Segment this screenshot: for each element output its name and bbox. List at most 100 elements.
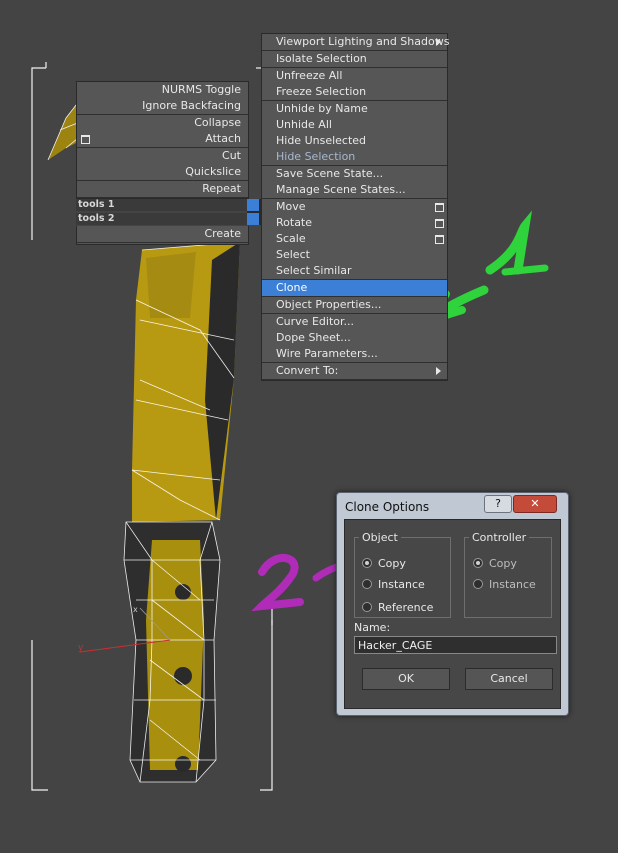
menu-item-wire-parameters[interactable]: Wire Parameters... bbox=[262, 346, 447, 362]
menu-item-label: Unhide by Name bbox=[276, 102, 368, 115]
menu-item-label: Curve Editor... bbox=[276, 315, 354, 328]
radio-label: Copy bbox=[378, 557, 406, 570]
menu-item-scale[interactable]: Scale bbox=[262, 231, 447, 247]
radio-label: Copy bbox=[489, 557, 517, 570]
clone-options-dialog: Clone Options ? ✕ Object Copy Instance R… bbox=[336, 492, 569, 716]
menu-item-label: Hide Unselected bbox=[276, 134, 367, 147]
quad-menu-left: NURMS Toggle Ignore Backfacing Collapse Att… bbox=[76, 81, 249, 199]
object-instance-radio[interactable]: Instance bbox=[362, 577, 425, 593]
menu-item-move[interactable]: Move bbox=[262, 199, 447, 215]
quad-right-group: Object Properties... bbox=[262, 297, 447, 314]
menu-item-label: NURMS Toggle bbox=[161, 83, 241, 96]
menu-item-attach[interactable]: Attach bbox=[77, 131, 248, 147]
quad-right-group: Curve Editor... Dope Sheet... Wire Paramet… bbox=[262, 314, 447, 363]
menu-item-rotate[interactable]: Rotate bbox=[262, 215, 447, 231]
menu-item-object-properties[interactable]: Object Properties... bbox=[262, 297, 447, 313]
menu-item-save-scene-state[interactable]: Save Scene State... bbox=[262, 166, 447, 182]
object-copy-radio[interactable]: Copy bbox=[362, 556, 406, 572]
axis-y-label: y bbox=[78, 643, 84, 653]
menu-item-label: Unhide All bbox=[276, 118, 332, 131]
settings-box-icon[interactable] bbox=[435, 235, 444, 244]
menu-item-clone[interactable]: Clone bbox=[262, 280, 447, 296]
quad-right-group: Save Scene State... Manage Scene States..… bbox=[262, 166, 447, 199]
menu-item-label: Wire Parameters... bbox=[276, 347, 378, 360]
radio-indicator bbox=[362, 579, 372, 589]
help-button[interactable]: ? bbox=[484, 495, 512, 513]
menu-item-select-similar[interactable]: Select Similar bbox=[262, 263, 447, 279]
submenu-arrow-icon bbox=[436, 367, 441, 375]
menu-item-label: Freeze Selection bbox=[276, 85, 367, 98]
radio-label: Reference bbox=[378, 601, 434, 614]
menu-item-label: Select Similar bbox=[276, 264, 352, 277]
menu-item-nurms-toggle[interactable]: NURMS Toggle bbox=[77, 82, 248, 98]
radio-label: Instance bbox=[489, 578, 536, 591]
quad-left-group: Cut Quickslice bbox=[77, 148, 248, 181]
quad-left-group: Repeat bbox=[77, 181, 248, 198]
close-button[interactable]: ✕ bbox=[513, 495, 557, 513]
menu-item-dope-sheet[interactable]: Dope Sheet... bbox=[262, 330, 447, 346]
menu-item-viewport-lighting-and-shadows[interactable]: Viewport Lighting and Shadows bbox=[262, 34, 450, 50]
menu-item-hide-unselected[interactable]: Hide Unselected bbox=[262, 133, 447, 149]
menu-item-repeat[interactable]: Repeat bbox=[77, 181, 248, 197]
cancel-button[interactable]: Cancel bbox=[465, 668, 553, 690]
quad-label-tools2[interactable]: tools 2 bbox=[76, 213, 248, 225]
menu-item-collapse[interactable]: Collapse bbox=[77, 115, 248, 131]
quad-right-group: Move Rotate Scale Select Select Similar bbox=[262, 199, 447, 280]
menu-item-quickslice[interactable]: Quickslice bbox=[77, 164, 248, 180]
menu-item-unfreeze-all[interactable]: Unfreeze All bbox=[262, 68, 447, 84]
radio-indicator bbox=[362, 558, 372, 568]
radio-indicator bbox=[362, 602, 372, 612]
menu-item-label: Collapse bbox=[194, 116, 241, 129]
menu-item-label: Select bbox=[276, 248, 310, 261]
settings-box-icon[interactable] bbox=[81, 135, 90, 144]
object-group: Object Copy Instance Reference bbox=[354, 531, 451, 618]
menu-item-label: Move bbox=[276, 200, 306, 213]
menu-item-create[interactable]: Create bbox=[77, 226, 248, 243]
name-input[interactable] bbox=[354, 636, 557, 654]
object-reference-radio[interactable]: Reference bbox=[362, 600, 433, 616]
quad-label-tools1[interactable]: tools 1 bbox=[76, 199, 248, 211]
menu-item-label: Hide Selection bbox=[276, 150, 356, 163]
menu-item-label: Object Properties... bbox=[276, 298, 382, 311]
radio-label: Instance bbox=[378, 578, 425, 591]
menu-item-freeze-selection[interactable]: Freeze Selection bbox=[262, 84, 447, 100]
controller-copy-radio[interactable]: Copy bbox=[473, 556, 517, 572]
menu-item-isolate-selection[interactable]: Isolate Selection bbox=[262, 51, 447, 67]
menu-item-label: Viewport Lighting and Shadows bbox=[276, 35, 450, 48]
menu-item-label: Attach bbox=[205, 132, 241, 145]
menu-item-unhide-by-name[interactable]: Unhide by Name bbox=[262, 101, 447, 117]
quad-left-create-group: Create bbox=[76, 226, 249, 245]
annotation-one-text: 1 bbox=[512, 237, 513, 239]
menu-item-label: Quickslice bbox=[185, 165, 241, 178]
controller-group-legend: Controller bbox=[472, 531, 527, 544]
menu-item-label: Ignore Backfacing bbox=[142, 99, 241, 112]
axis-x-label: x bbox=[133, 605, 138, 614]
controller-group: Controller Copy Instance bbox=[464, 531, 552, 618]
menu-item-ignore-backfacing[interactable]: Ignore Backfacing bbox=[77, 98, 248, 114]
quad-select-tools1[interactable] bbox=[247, 199, 259, 211]
settings-box-icon[interactable] bbox=[435, 203, 444, 212]
menu-item-select[interactable]: Select bbox=[262, 247, 447, 263]
menu-item-manage-scene-states[interactable]: Manage Scene States... bbox=[262, 182, 447, 198]
object-group-legend: Object bbox=[362, 531, 398, 544]
menu-item-label: Dope Sheet... bbox=[276, 331, 351, 344]
menu-item-label: Convert To: bbox=[276, 364, 339, 377]
submenu-arrow-icon bbox=[436, 38, 441, 46]
menu-item-label: Repeat bbox=[202, 182, 241, 195]
quad-right-group: Unfreeze All Freeze Selection bbox=[262, 68, 447, 101]
settings-box-icon[interactable] bbox=[435, 219, 444, 228]
annotation-two-text: 2 bbox=[270, 589, 271, 591]
menu-item-unhide-all[interactable]: Unhide All bbox=[262, 117, 447, 133]
menu-item-cut[interactable]: Cut bbox=[77, 148, 248, 164]
menu-item-convert-to[interactable]: Convert To: bbox=[262, 363, 447, 379]
ok-button[interactable]: OK bbox=[362, 668, 450, 690]
menu-item-label: Rotate bbox=[276, 216, 313, 229]
radio-indicator bbox=[473, 579, 483, 589]
menu-item-curve-editor[interactable]: Curve Editor... bbox=[262, 314, 447, 330]
menu-item-hide-selection[interactable]: Hide Selection bbox=[262, 149, 447, 165]
quad-right-group: Convert To: bbox=[262, 363, 447, 380]
quad-right-group: Unhide by Name Unhide All Hide Unselected H… bbox=[262, 101, 447, 166]
controller-instance-radio[interactable]: Instance bbox=[473, 577, 536, 593]
quad-right-group: Viewport Lighting and Shadows bbox=[262, 34, 450, 51]
quad-select-tools2[interactable] bbox=[247, 213, 259, 225]
